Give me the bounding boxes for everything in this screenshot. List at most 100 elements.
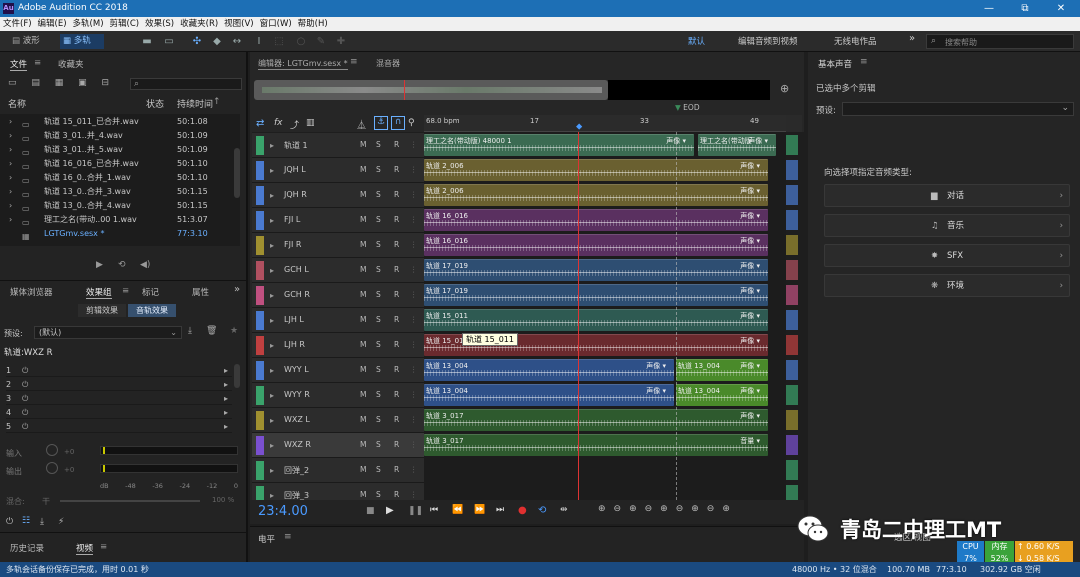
mute-button[interactable]: M xyxy=(360,315,366,324)
audio-clip[interactable]: 轨道 16_016 声像 ▾ xyxy=(424,234,768,256)
tab-editor[interactable]: 编辑器: LGTGmv.sesx * xyxy=(258,58,348,70)
solo-button[interactable]: S xyxy=(376,165,381,174)
favorite-star-icon[interactable]: ★ xyxy=(230,326,238,336)
slot-arrow-icon[interactable]: ▸ xyxy=(224,406,228,419)
record-arm-button[interactable]: R xyxy=(394,365,399,374)
track-grip-icon[interactable]: ⋮ xyxy=(410,315,418,324)
track-arrow-icon[interactable]: ▸ xyxy=(270,166,274,175)
track-name[interactable]: 回弹_3 xyxy=(284,490,309,500)
mix-slider[interactable] xyxy=(60,500,200,502)
zoom-controls[interactable]: ⊕⊖⊕⊖⊕⊖⊕⊖⊕ xyxy=(598,504,738,514)
track-grip-icon[interactable]: ⋮ xyxy=(410,490,418,499)
workspace-edit-video[interactable]: 编辑音频到视频 xyxy=(738,35,798,47)
track-arrow-icon[interactable]: ▸ xyxy=(270,191,274,200)
editor-menu-icon[interactable]: ≡ xyxy=(350,57,358,67)
record-arm-button[interactable]: R xyxy=(394,415,399,424)
track-grip-icon[interactable]: ⋮ xyxy=(410,165,418,174)
tab-properties[interactable]: 属性 xyxy=(192,286,209,298)
slot-arrow-icon[interactable]: ▸ xyxy=(224,364,228,377)
volume-icon[interactable]: ◀) xyxy=(140,260,150,270)
track-name[interactable]: JQH L xyxy=(284,165,306,174)
track-name[interactable]: WXZ L xyxy=(284,415,310,424)
effect-slot[interactable]: 1 ⏻ ▸ xyxy=(6,364,232,377)
restore-button[interactable]: ⧉ xyxy=(1010,0,1040,17)
track-header[interactable]: ▸ WYY R M S R ⋮ xyxy=(252,383,424,408)
solo-button[interactable]: S xyxy=(376,490,381,499)
track-arrow-icon[interactable]: ▸ xyxy=(270,241,274,250)
track-header[interactable]: ▸ JQH L M S R ⋮ xyxy=(252,158,424,183)
audio-clip[interactable]: 轨道 16_016 声像 ▾ xyxy=(424,209,768,231)
track-arrow-icon[interactable]: ▸ xyxy=(270,441,274,450)
slip-tool-icon[interactable]: ↔ xyxy=(230,35,244,48)
record-arm-button[interactable]: R xyxy=(394,290,399,299)
solo-button[interactable]: S xyxy=(376,415,381,424)
ripple-icon[interactable]: ∩ xyxy=(391,116,405,130)
mute-button[interactable]: M xyxy=(360,365,366,374)
panel-more-icon[interactable]: » xyxy=(234,284,240,295)
file-list-item[interactable]: › ▭ 轨道 13_0..合并_4.wav 50:1.15 xyxy=(0,199,234,213)
fx-scrollbar[interactable] xyxy=(234,364,240,388)
apply-icon[interactable]: ⤓ xyxy=(40,517,44,527)
track-grip-icon[interactable]: ⋮ xyxy=(410,190,418,199)
menu-help[interactable]: 帮助(H) xyxy=(295,17,331,31)
files-menu-icon[interactable]: ≡ xyxy=(34,58,41,68)
metronome-icon[interactable]: ⏅ xyxy=(357,118,366,131)
power-icon[interactable]: ⏻ xyxy=(22,378,28,391)
file-list-item[interactable]: ▦ LGTGmv.sesx * 77:3.10 xyxy=(0,227,234,241)
eq-icon[interactable]: ▥ xyxy=(306,118,315,128)
menu-window[interactable]: 窗口(W) xyxy=(257,17,295,31)
brush-icon[interactable]: ✎ xyxy=(314,35,328,48)
expand-arrow-icon[interactable]: › xyxy=(9,199,12,212)
power-icon[interactable]: ⏻ xyxy=(22,364,28,377)
stop-button[interactable]: ■ xyxy=(366,506,375,516)
slot-arrow-icon[interactable]: ▸ xyxy=(224,378,228,391)
record-button[interactable]: ● xyxy=(518,505,527,516)
mute-button[interactable]: M xyxy=(360,290,366,299)
pitch-display-icon[interactable]: ▭ xyxy=(162,35,176,48)
track-header[interactable]: ▸ FJI L M S R ⋮ xyxy=(252,208,424,233)
go-to-start-button[interactable]: ⏮ xyxy=(430,505,438,515)
marquee-icon[interactable]: ⬚ xyxy=(272,35,286,48)
track-name[interactable]: LJH L xyxy=(284,315,304,324)
expand-arrow-icon[interactable]: › xyxy=(9,171,12,184)
track-arrow-icon[interactable]: ▸ xyxy=(270,141,274,150)
help-search-input[interactable]: ⌕ 搜索帮助 xyxy=(926,34,1074,49)
file-list-item[interactable]: › ▭ 理工之名(带动..00 1.wav 51:3.07 xyxy=(0,213,234,227)
audio-clip[interactable]: 轨道 13_004 声像 ▾ xyxy=(424,384,674,406)
record-arm-button[interactable]: R xyxy=(394,265,399,274)
playhead-marker[interactable]: ⬥ xyxy=(576,122,582,132)
delete-preset-icon[interactable]: 🗑 xyxy=(206,326,217,336)
file-list-item[interactable]: › ▭ 轨道 13_0..合并_3.wav 50:1.15 xyxy=(0,185,234,199)
audio-clip[interactable]: 轨道 3_017 音量 ▾ xyxy=(424,434,768,456)
track-arrow-icon[interactable]: ▸ xyxy=(270,416,274,425)
mute-button[interactable]: M xyxy=(360,190,366,199)
menu-clip[interactable]: 剪辑(C) xyxy=(107,17,143,31)
tab-mixer[interactable]: 混音器 xyxy=(376,58,400,69)
record-arm-button[interactable]: R xyxy=(394,440,399,449)
go-to-end-button[interactable]: ⏭ xyxy=(496,505,504,515)
track-arrow-icon[interactable]: ▸ xyxy=(270,391,274,400)
track-header[interactable]: ▸ 回弹_3 M S R ⋮ xyxy=(252,483,424,500)
file-list-item[interactable]: › ▭ 轨道 3_01..并_5.wav 50:1.09 xyxy=(0,143,234,157)
effect-slot[interactable]: 5 ⏻ ▸ xyxy=(6,420,232,433)
levels-menu-icon[interactable]: ≡ xyxy=(284,532,292,542)
record-arm-button[interactable]: R xyxy=(394,315,399,324)
mute-button[interactable]: M xyxy=(360,165,366,174)
track-grip-icon[interactable]: ⋮ xyxy=(410,290,418,299)
mute-button[interactable]: M xyxy=(360,465,366,474)
fast-forward-button[interactable]: ⏩ xyxy=(474,505,485,515)
track-header[interactable]: ▸ WXZ L M S R ⋮ xyxy=(252,408,424,433)
record-arm-button[interactable]: R xyxy=(394,390,399,399)
track-grip-icon[interactable]: ⋮ xyxy=(410,365,418,374)
record-arm-button[interactable]: R xyxy=(394,340,399,349)
tab-effects-rack[interactable]: 效果组 xyxy=(86,286,112,299)
solo-button[interactable]: S xyxy=(376,340,381,349)
tab-files[interactable]: 文件 xyxy=(10,58,28,71)
loop-preview-icon[interactable]: ⟲ xyxy=(118,260,126,270)
close-button[interactable]: ✕ xyxy=(1046,0,1076,17)
record-arm-button[interactable]: R xyxy=(394,165,399,174)
tab-favorites[interactable]: 收藏夹 xyxy=(58,58,84,70)
sends-icon[interactable]: ⤴ xyxy=(290,118,299,131)
track-header[interactable]: ▸ LJH L M S R ⋮ xyxy=(252,308,424,333)
track-header[interactable]: ▸ GCH R M S R ⋮ xyxy=(252,283,424,308)
